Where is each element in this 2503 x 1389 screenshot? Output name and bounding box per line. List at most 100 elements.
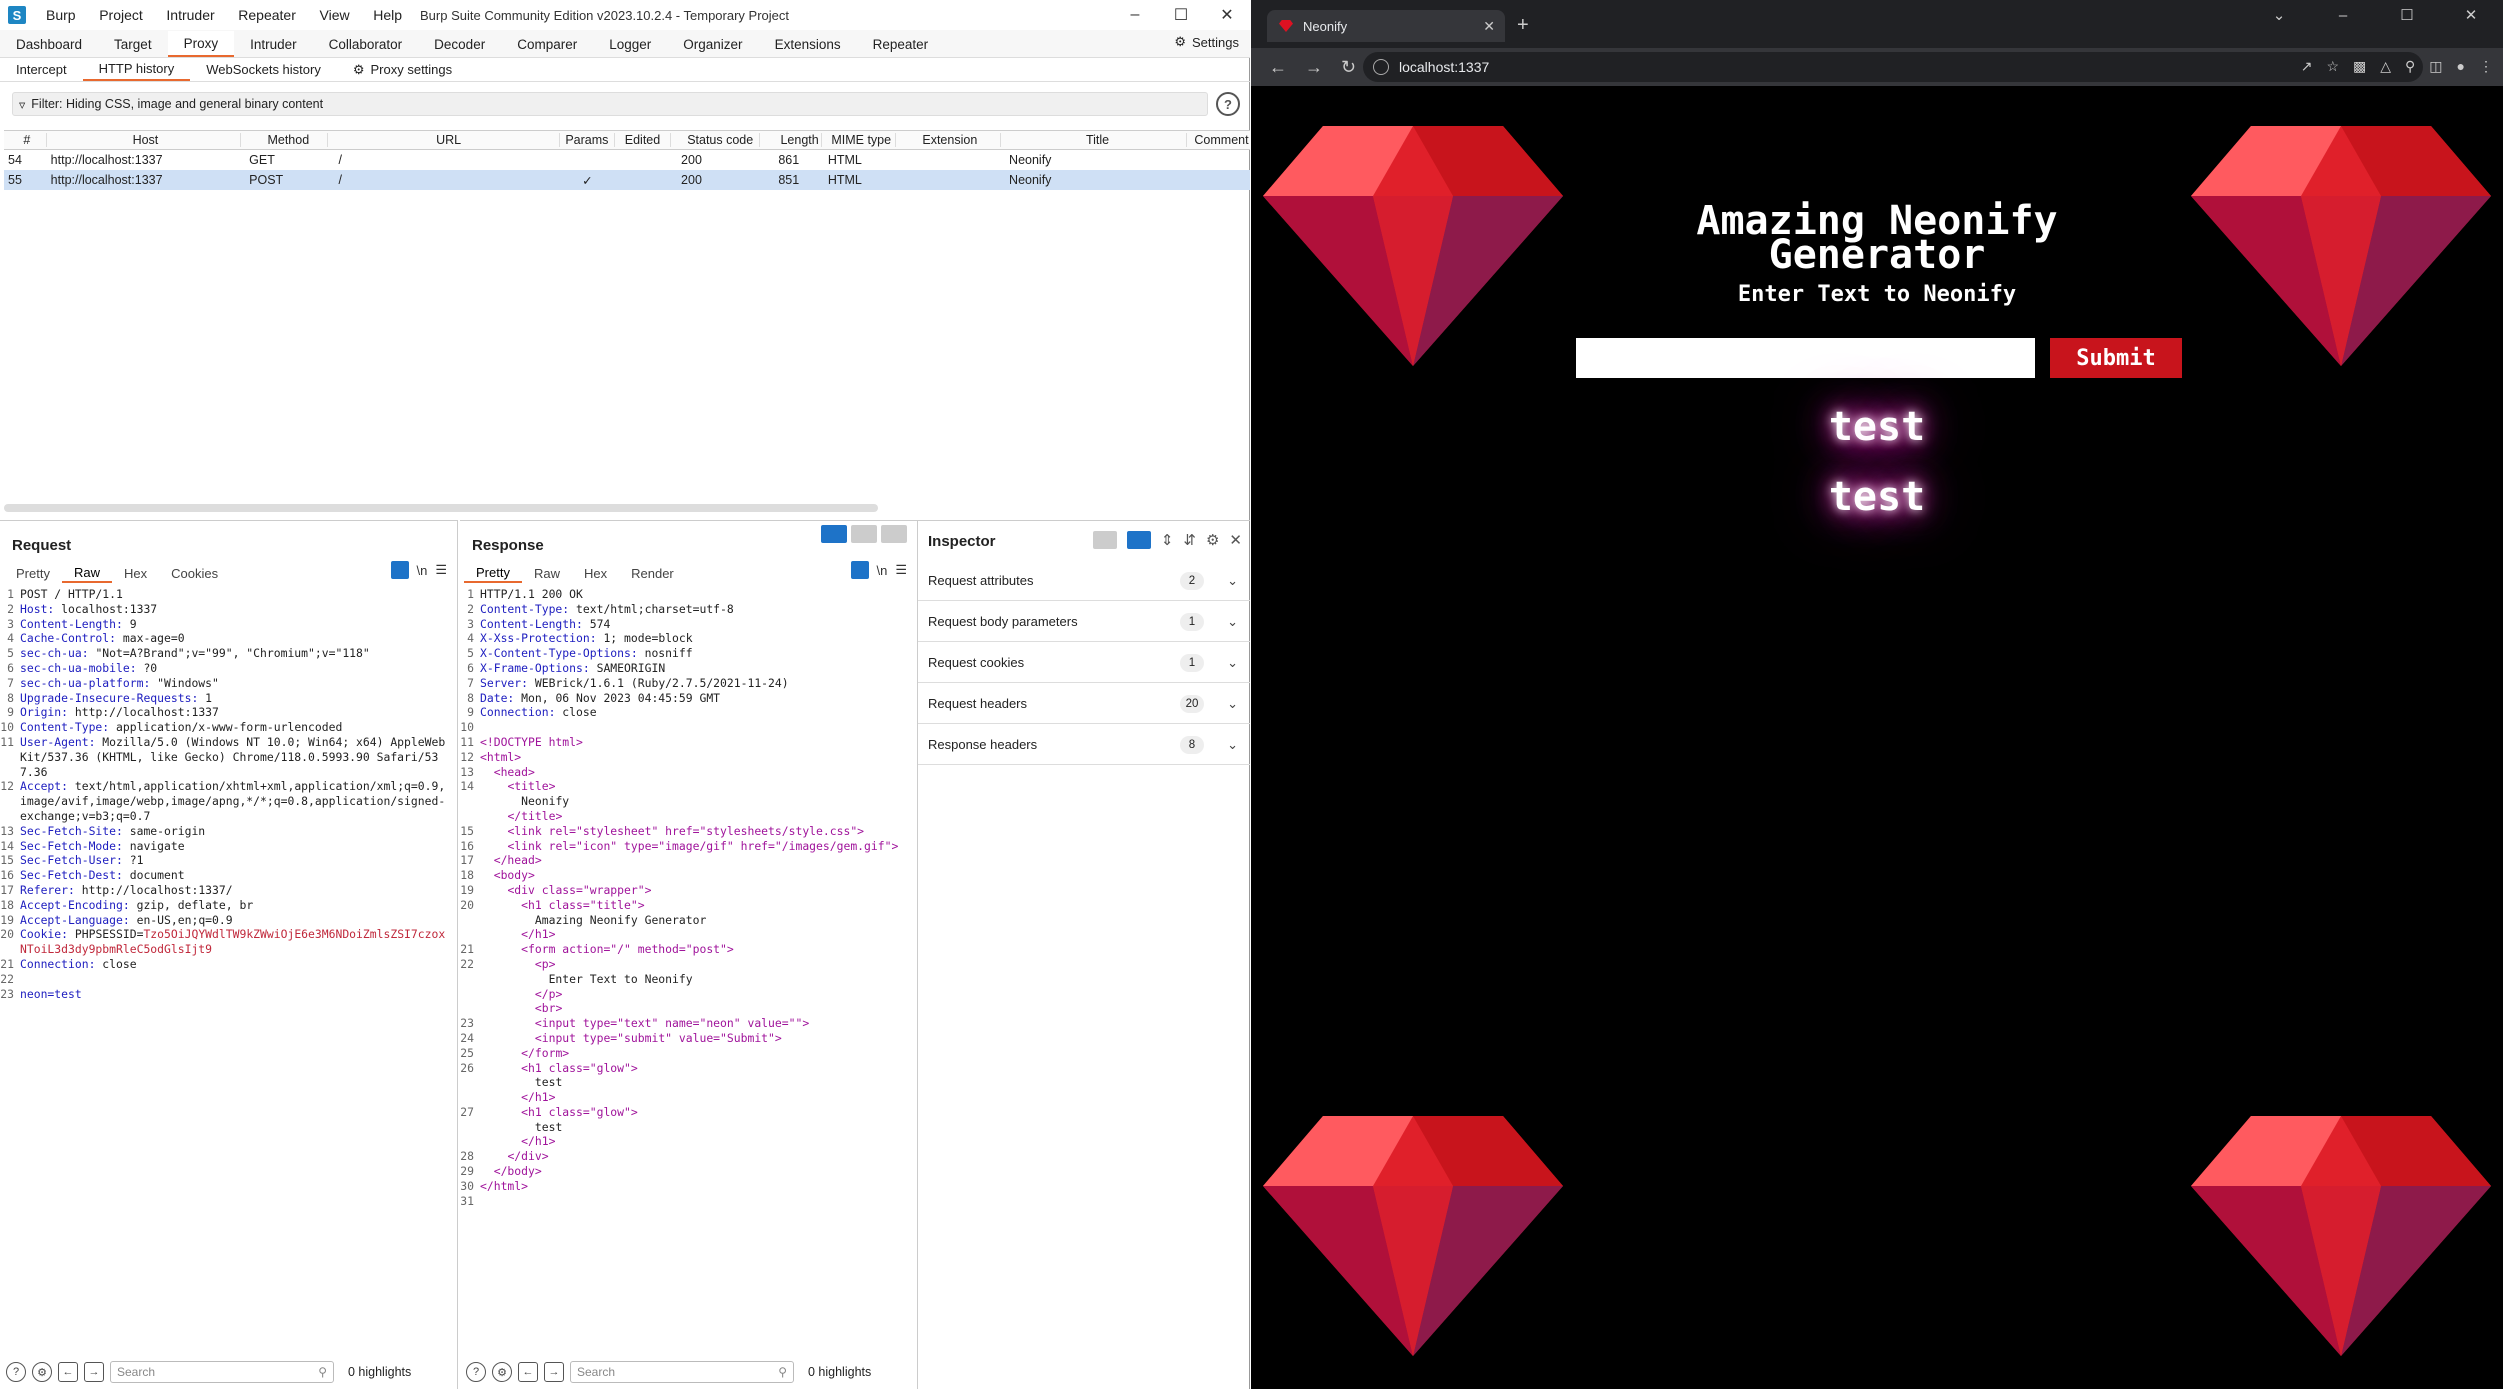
table-row[interactable]: 54 http://localhost:1337 GET / 200 861 H… (4, 150, 1250, 170)
help-icon[interactable]: ? (6, 1362, 26, 1382)
col-header-edited[interactable]: Edited (615, 133, 672, 147)
extensions-puzzle-icon[interactable]: ▩ (2353, 58, 2366, 75)
gear-icon[interactable]: ⚙ (32, 1362, 52, 1382)
close-icon[interactable]: ✕ (1229, 531, 1242, 549)
settings-button[interactable]: ⚙ Settings (1174, 34, 1239, 50)
request-search-input[interactable]: Search ⚲ (110, 1361, 334, 1383)
newline-toggle[interactable]: \n (417, 563, 428, 578)
request-tab-pretty[interactable]: Pretty (4, 563, 62, 583)
col-header-params[interactable]: Params (560, 133, 615, 147)
tab-intercept[interactable]: Intercept (0, 59, 83, 81)
close-icon[interactable]: ✕ (1204, 0, 1250, 30)
maximize-icon[interactable]: ☐ (2375, 0, 2439, 30)
more-menu-icon[interactable]: ⋮ (2479, 58, 2493, 75)
submit-button[interactable]: Submit (2050, 338, 2182, 378)
forward-arrow-icon[interactable]: → (1305, 57, 1323, 78)
tab-collaborator[interactable]: Collaborator (313, 31, 419, 57)
tab-target[interactable]: Target (98, 31, 168, 57)
col-header-length[interactable]: Length (760, 133, 822, 147)
newline-toggle[interactable]: \n (877, 563, 888, 578)
browser-tab[interactable]: Neonify ✕ (1267, 10, 1505, 42)
inspector-request-cookies[interactable]: Request cookies 1 ⌄ (918, 643, 1250, 683)
tab-organizer[interactable]: Organizer (667, 31, 758, 57)
table-horizontal-scrollbar[interactable] (4, 504, 878, 512)
help-icon[interactable]: ? (1216, 92, 1240, 116)
minimize-icon[interactable]: – (2311, 0, 2375, 30)
tab-websockets-history[interactable]: WebSockets history (190, 59, 337, 81)
tab-dashboard[interactable]: Dashboard (0, 31, 98, 57)
forward-arrow-icon[interactable]: → (544, 1362, 564, 1382)
menu-icon[interactable]: ☰ (895, 562, 907, 578)
gear-icon[interactable]: ⚙ (1206, 531, 1219, 549)
proxy-settings-button[interactable]: ⚙ Proxy settings (337, 59, 468, 81)
request-tab-raw[interactable]: Raw (61, 563, 112, 583)
request-tab-cookies[interactable]: Cookies (159, 563, 230, 583)
back-arrow-icon[interactable]: ← (1269, 57, 1287, 78)
response-tab-raw[interactable]: Raw (522, 563, 572, 583)
menu-repeater[interactable]: Repeater (238, 7, 296, 23)
tab-extensions[interactable]: Extensions (759, 31, 857, 57)
layout-tabs-icon[interactable] (881, 525, 907, 543)
tab-decoder[interactable]: Decoder (418, 31, 501, 57)
request-editor[interactable]: 1 POST / HTTP/1.1 2 Host: localhost:1337 3 Co… (0, 587, 456, 1001)
close-tab-icon[interactable]: ✕ (1483, 18, 1495, 35)
menu-burp[interactable]: Burp (46, 7, 76, 23)
flask-icon[interactable]: △ (2380, 58, 2391, 75)
expand-all-icon[interactable]: ⇕ (1161, 531, 1174, 549)
chevron-down-icon[interactable]: ⌄ (1227, 696, 1238, 712)
zoom-icon[interactable]: ⚲ (2405, 58, 2415, 75)
col-header-status[interactable]: Status code (671, 133, 761, 147)
col-header-title[interactable]: Title (1001, 133, 1187, 147)
profile-icon[interactable]: ● (2457, 58, 2465, 75)
inspector-response-headers[interactable]: Response headers 8 ⌄ (918, 725, 1250, 765)
close-icon[interactable]: ✕ (2439, 0, 2503, 30)
menu-help[interactable]: Help (373, 7, 402, 23)
forward-arrow-icon[interactable]: → (84, 1362, 104, 1382)
collapse-all-icon[interactable]: ⇵ (1183, 531, 1196, 549)
col-header-comment[interactable]: Comment (1187, 133, 1250, 147)
col-header-mime[interactable]: MIME type (822, 133, 896, 147)
response-tab-pretty[interactable]: Pretty (464, 563, 522, 583)
wrap-lines-icon[interactable] (850, 561, 869, 579)
request-tab-hex[interactable]: Hex (112, 563, 159, 583)
share-icon[interactable]: ↗ (2301, 58, 2313, 75)
help-icon[interactable]: ? (466, 1362, 486, 1382)
tab-proxy[interactable]: Proxy (167, 31, 235, 57)
minimize-icon[interactable]: – (1112, 0, 1158, 30)
col-header-number[interactable]: # (4, 133, 47, 147)
col-header-url[interactable]: URL (328, 133, 560, 147)
tab-http-history[interactable]: HTTP history (82, 58, 191, 81)
reload-icon[interactable]: ↻ (1341, 57, 1356, 78)
col-header-host[interactable]: Host (47, 133, 242, 147)
response-editor[interactable]: 1 HTTP/1.1 200 OK 2 Content-Type: text/html… (460, 587, 916, 1208)
chevron-down-icon[interactable]: ⌄ (1227, 655, 1238, 671)
inspector-request-body-parameters[interactable]: Request body parameters 1 ⌄ (918, 602, 1250, 642)
layout-side-by-side-icon[interactable] (821, 525, 847, 543)
tab-comparer[interactable]: Comparer (501, 31, 593, 57)
chevron-down-icon[interactable]: ⌄ (1227, 614, 1238, 630)
back-arrow-icon[interactable]: ← (58, 1362, 78, 1382)
address-bar[interactable]: localhost:1337 (1363, 52, 2423, 82)
col-header-method[interactable]: Method (241, 133, 329, 147)
inspector-layout-list-icon[interactable] (1092, 531, 1117, 549)
chevron-down-icon[interactable]: ⌄ (1227, 573, 1238, 589)
menu-icon[interactable]: ☰ (435, 562, 447, 578)
response-search-input[interactable]: Search ⚲ (570, 1361, 794, 1383)
tab-repeater[interactable]: Repeater (857, 31, 945, 57)
neon-text-input[interactable] (1576, 338, 2035, 378)
wrap-lines-icon[interactable] (390, 561, 409, 579)
menu-intruder[interactable]: Intruder (166, 7, 214, 23)
response-tab-hex[interactable]: Hex (572, 563, 619, 583)
inspector-layout-panel-icon[interactable] (1126, 531, 1151, 549)
col-header-extension[interactable]: Extension (896, 133, 1002, 147)
inspector-request-attributes[interactable]: Request attributes 2 ⌄ (918, 561, 1250, 601)
site-info-icon[interactable] (1373, 59, 1389, 75)
bookmark-star-icon[interactable]: ☆ (2326, 58, 2339, 75)
tab-logger[interactable]: Logger (593, 31, 667, 57)
chevron-down-icon[interactable]: ⌄ (1227, 737, 1238, 753)
menu-project[interactable]: Project (99, 7, 143, 23)
new-tab-icon[interactable]: + (1517, 14, 1529, 37)
side-panel-icon[interactable]: ◫ (2429, 58, 2442, 75)
tab-intruder[interactable]: Intruder (234, 31, 313, 57)
menu-view[interactable]: View (320, 7, 350, 23)
